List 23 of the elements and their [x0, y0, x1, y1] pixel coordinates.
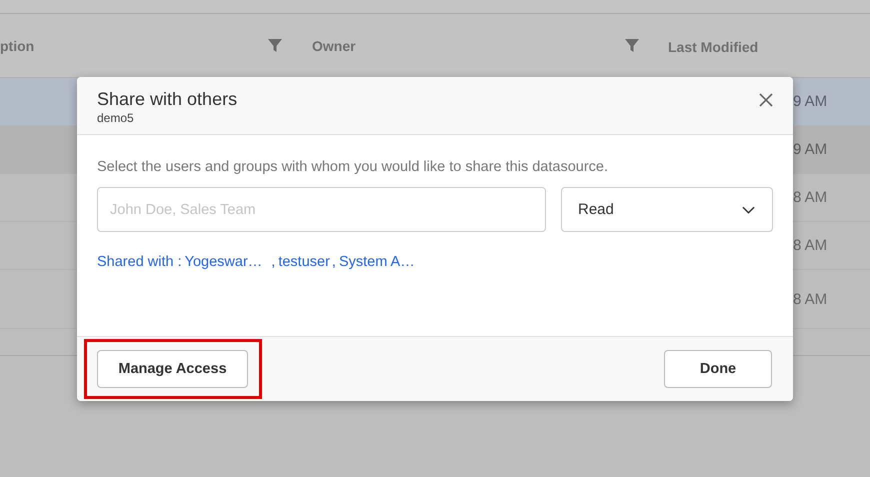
column-header[interactable]: Last Modified: [668, 36, 758, 55]
users-input-field[interactable]: John Doe, Sales Team: [97, 187, 546, 232]
table-cell-text: 8 AM: [792, 290, 828, 310]
instruction-text: Select the users and groups with whom you would like to share this datasource.: [97, 159, 609, 175]
separator-text: ,: [332, 254, 336, 270]
filter-icon[interactable]: [267, 38, 283, 54]
separator-text: ,: [271, 254, 276, 270]
chevron-down-icon: [742, 206, 755, 214]
dialog-title: Share with others: [97, 89, 238, 110]
filter-icon[interactable]: [624, 38, 640, 54]
column-header[interactable]: ption: [0, 38, 283, 54]
table-cell-text: 8 AM: [792, 188, 828, 208]
user-link[interactable]: testuser: [278, 254, 330, 270]
user-link[interactable]: System A…: [338, 254, 415, 270]
dialog-button[interactable]: Manage Access: [97, 350, 248, 388]
shared-with-label: Shared with :: [97, 254, 182, 270]
user-link[interactable]: Yogeswar…: [184, 254, 262, 270]
table-cell-text: 8 AM: [792, 236, 828, 256]
dialog-subtitle: demo5: [97, 111, 135, 125]
close-icon[interactable]: [759, 93, 773, 107]
column-header[interactable]: Owner: [312, 38, 640, 54]
permission-dropdown[interactable]: Read: [561, 187, 773, 232]
dialog-button[interactable]: Done: [664, 350, 772, 388]
